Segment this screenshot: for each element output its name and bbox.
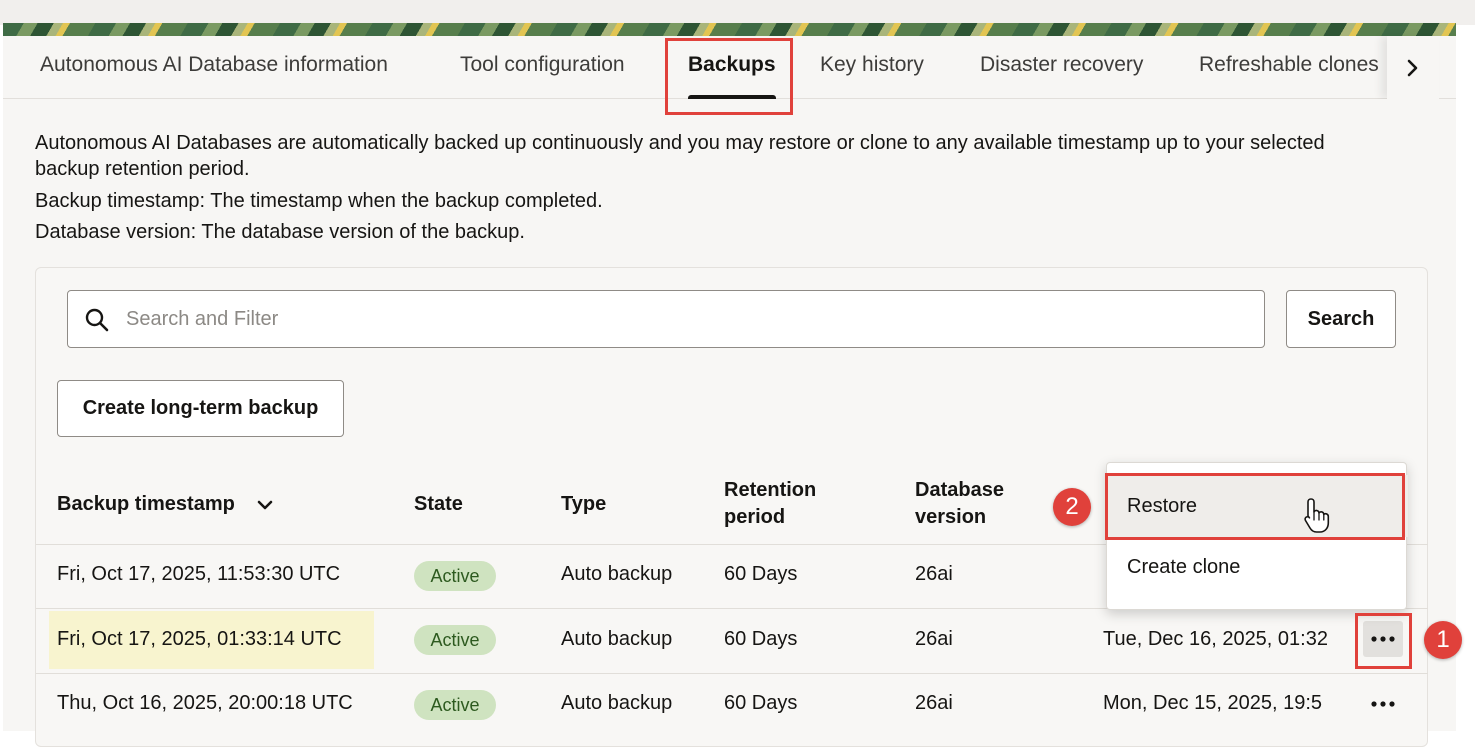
- column-header-backup-timestamp[interactable]: Backup timestamp: [57, 491, 274, 518]
- tab-backups[interactable]: Backups: [670, 36, 794, 99]
- tab-key-history[interactable]: Key history: [820, 36, 924, 99]
- search-icon: [84, 307, 110, 333]
- tab-bar: Autonomous AI Database information Tool …: [3, 36, 1456, 99]
- row-1-type: Auto backup: [561, 563, 673, 585]
- row-3-expiration: Mon, Dec 15, 2025, 19:5: [1103, 692, 1323, 714]
- row-3-type: Auto backup: [561, 692, 673, 714]
- column-header-retention-period: Retention period: [724, 479, 817, 528]
- row-2-expiration: Tue, Dec 16, 2025, 01:32: [1103, 628, 1328, 650]
- row-3-retention: 60 Days: [724, 692, 798, 714]
- tab-scroll-next-button[interactable]: [1387, 36, 1439, 99]
- search-input[interactable]: [124, 299, 1244, 339]
- header-banner: [3, 23, 1456, 36]
- column-header-database-version: Database version: [915, 479, 1004, 528]
- row-2-backup-timestamp: Fri, Oct 17, 2025, 01:33:14 UTC: [57, 628, 342, 650]
- chevron-down-icon: [258, 500, 273, 509]
- row-actions-menu: Restore Create clone: [1106, 462, 1408, 610]
- search-filter-box[interactable]: [67, 290, 1265, 348]
- menu-item-restore[interactable]: Restore: [1107, 475, 1408, 537]
- more-actions-icon: [1371, 636, 1395, 642]
- row-1-retention: 60 Days: [724, 563, 798, 585]
- backups-description-line-2: backup retention period.: [35, 158, 250, 180]
- row-3-database-version: 26ai: [915, 692, 953, 714]
- hand-pointer-icon: [1304, 498, 1330, 533]
- row-2-retention: 60 Days: [724, 628, 798, 650]
- column-header-type: Type: [561, 493, 607, 515]
- row-2-type: Auto backup: [561, 628, 673, 650]
- chevron-right-icon: [1407, 59, 1418, 76]
- column-header-state: State: [414, 493, 463, 515]
- backup-timestamp-note: Backup timestamp: The timestamp when the…: [35, 190, 603, 212]
- row-3-status-badge: Active: [414, 690, 496, 720]
- menu-item-create-clone[interactable]: Create clone: [1107, 536, 1408, 598]
- create-long-term-backup-button[interactable]: Create long-term backup: [57, 380, 344, 437]
- more-actions-icon: [1371, 701, 1395, 707]
- row-1-status-badge: Active: [414, 561, 496, 591]
- row-1-database-version: 26ai: [915, 563, 953, 585]
- database-version-note: Database version: The database version o…: [35, 221, 525, 243]
- top-strip: [0, 0, 1475, 25]
- row-1-backup-timestamp: Fri, Oct 17, 2025, 11:53:30 UTC: [57, 563, 341, 585]
- row-3-actions-button[interactable]: [1363, 686, 1403, 722]
- row-2-status-badge: Active: [414, 625, 496, 655]
- tab-database-information[interactable]: Autonomous AI Database information: [40, 36, 388, 99]
- step-marker-1: 1: [1424, 621, 1462, 659]
- search-button[interactable]: Search: [1286, 290, 1396, 348]
- row-3-backup-timestamp: Thu, Oct 16, 2025, 20:00:18 UTC: [57, 692, 353, 714]
- tab-refreshable-clones[interactable]: Refreshable clones: [1199, 36, 1379, 99]
- step-marker-2: 2: [1053, 488, 1091, 526]
- backups-description-line-1: Autonomous AI Databases are automaticall…: [35, 132, 1325, 154]
- table-divider: [36, 673, 1428, 674]
- row-2-database-version: 26ai: [915, 628, 953, 650]
- row-2-actions-button[interactable]: [1363, 621, 1403, 657]
- tab-disaster-recovery[interactable]: Disaster recovery: [980, 36, 1143, 99]
- tab-tool-configuration[interactable]: Tool configuration: [460, 36, 625, 99]
